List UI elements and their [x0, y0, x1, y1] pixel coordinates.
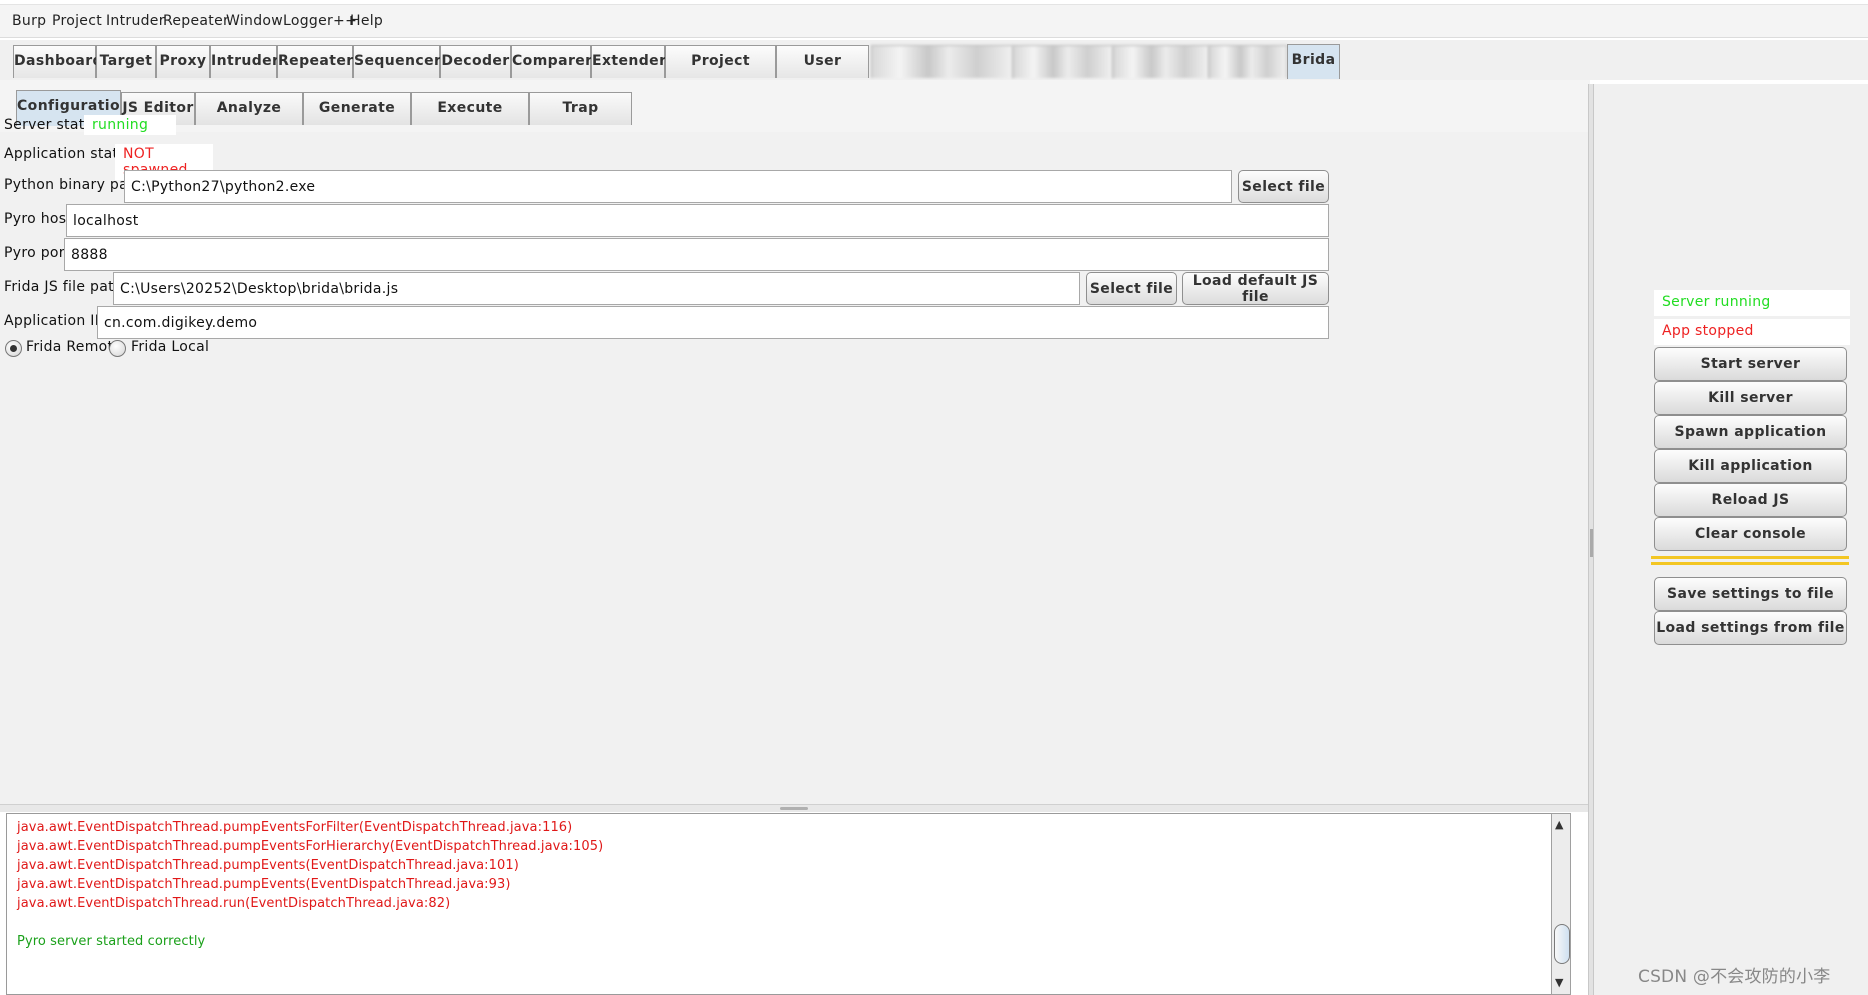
kill-server-button[interactable]: Kill server: [1654, 381, 1847, 415]
tab-generate-stubs[interactable]: Generate stubs: [303, 92, 411, 147]
start-server-button[interactable]: Start server: [1654, 347, 1847, 381]
scroll-thumb[interactable]: [1554, 924, 1570, 964]
tab-user-options[interactable]: User options: [776, 45, 869, 100]
kill-application-button[interactable]: Kill application: [1654, 449, 1847, 483]
pyro-host-field[interactable]: [66, 204, 1329, 237]
main-tab-bar: Dashboard Target Proxy Intruder Repeater…: [0, 40, 1868, 120]
blurred-tab[interactable]: [1013, 45, 1113, 78]
frida-remote-radio[interactable]: [5, 340, 22, 357]
tab-target[interactable]: Target: [96, 45, 156, 78]
scroll-up-arrow-icon[interactable]: ▲: [1555, 818, 1563, 831]
separator-line: [1651, 556, 1849, 559]
python-select-file-button[interactable]: Select file: [1238, 170, 1329, 203]
menu-logger[interactable]: Logger++: [283, 13, 357, 29]
menu-repeater[interactable]: Repeater: [163, 13, 229, 29]
console-line: java.awt.EventDispatchThread.run(EventDi…: [17, 896, 451, 911]
application-id-label: Application ID:: [4, 313, 111, 329]
menu-bar: Burp Project Intruder Repeater Window Lo…: [0, 4, 1868, 38]
server-status-value: running: [84, 115, 176, 135]
console-line: java.awt.EventDispatchThread.pumpEvents(…: [17, 858, 519, 873]
blurred-tab[interactable]: [1209, 45, 1287, 78]
scroll-down-arrow-icon[interactable]: ▼: [1555, 976, 1563, 989]
configurations-panel: Server status: running Application statu…: [0, 115, 1588, 804]
tab-sequencer[interactable]: Sequencer: [353, 45, 441, 78]
splitter-grip-icon: [780, 807, 808, 810]
separator-line: [1651, 562, 1849, 565]
tab-trap-methods[interactable]: Trap methods: [529, 92, 632, 147]
tab-proxy[interactable]: Proxy: [156, 45, 210, 78]
menu-window[interactable]: Window: [226, 13, 283, 29]
console-scrollbar[interactable]: ▲ ▼: [1551, 813, 1571, 995]
horizontal-splitter[interactable]: [0, 804, 1588, 812]
application-id-field[interactable]: [97, 306, 1329, 339]
menu-help[interactable]: Help: [350, 13, 383, 29]
console-line: java.awt.EventDispatchThread.pumpEventsF…: [17, 820, 573, 835]
js-select-file-button[interactable]: Select file: [1086, 272, 1177, 305]
brida-sub-tab-bar: Configurations JS Editor Analyze binary …: [0, 80, 1590, 210]
console-line: java.awt.EventDispatchThread.pumpEvents(…: [17, 877, 511, 892]
tab-execute-method[interactable]: Execute method: [411, 92, 529, 147]
tab-decoder[interactable]: Decoder: [440, 45, 511, 78]
watermark: CSDN @不会攻防的小李: [1638, 967, 1831, 987]
tab-repeater[interactable]: Repeater: [277, 45, 353, 78]
reload-js-button[interactable]: Reload JS: [1654, 483, 1847, 517]
console-output[interactable]: java.awt.EventDispatchThread.pumpEventsF…: [6, 813, 1559, 995]
load-default-js-button[interactable]: Load default JS file: [1182, 272, 1329, 305]
tab-brida[interactable]: Brida: [1287, 44, 1340, 79]
load-settings-button[interactable]: Load settings from file: [1654, 611, 1847, 645]
tab-dashboard[interactable]: Dashboard: [13, 45, 103, 78]
menu-project[interactable]: Project: [52, 13, 102, 29]
menu-intruder[interactable]: Intruder: [106, 13, 165, 29]
frida-local-radio[interactable]: [109, 340, 126, 357]
tab-analyze-binary[interactable]: Analyze binary: [195, 92, 303, 147]
side-app-status: App stopped: [1654, 319, 1850, 345]
tab-comparer[interactable]: Comparer: [511, 45, 592, 78]
tab-project-options[interactable]: Project options: [665, 45, 776, 100]
menu-burp[interactable]: Burp: [12, 13, 46, 29]
console-line: java.awt.EventDispatchThread.pumpEventsF…: [17, 839, 604, 854]
save-settings-button[interactable]: Save settings to file: [1654, 577, 1847, 611]
blurred-tab[interactable]: [871, 45, 1013, 78]
frida-local-label: Frida Local: [131, 339, 210, 355]
pyro-port-field[interactable]: [64, 238, 1329, 271]
python-path-field[interactable]: [124, 170, 1232, 203]
console-success-line: Pyro server started correctly: [17, 934, 206, 949]
tab-intruder[interactable]: Intruder: [210, 45, 279, 78]
brida-control-panel: Server running App stopped Start server …: [1594, 84, 1868, 995]
frida-js-path-field[interactable]: [113, 272, 1080, 305]
frida-js-path-label: Frida JS file path:: [4, 279, 129, 295]
divider-grip-icon: [1590, 529, 1593, 557]
side-server-status: Server running: [1654, 290, 1850, 316]
tab-extender[interactable]: Extender: [591, 45, 666, 78]
frida-remote-label: Frida Remote: [26, 339, 123, 355]
spawn-application-button[interactable]: Spawn application: [1654, 415, 1847, 449]
blurred-tab[interactable]: [1113, 45, 1209, 78]
clear-console-button[interactable]: Clear console: [1654, 517, 1847, 551]
